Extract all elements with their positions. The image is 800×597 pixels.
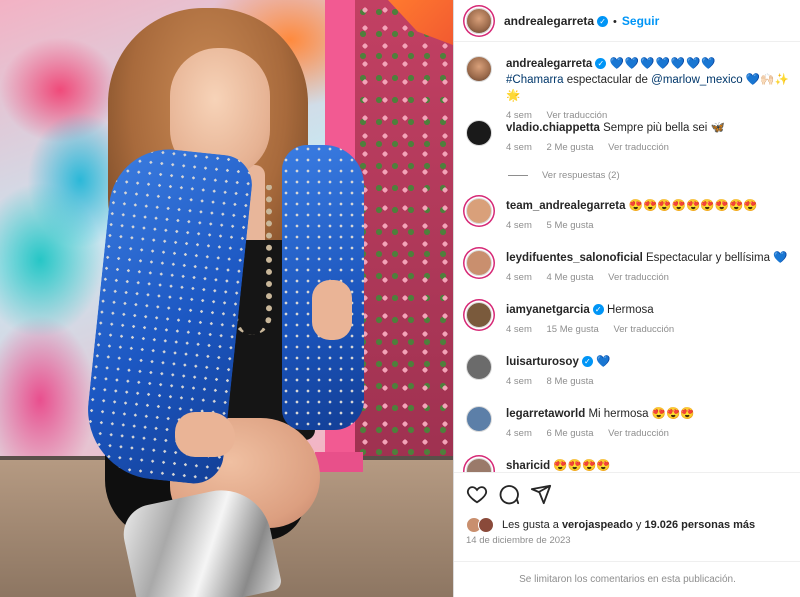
comment-time: 4 sem: [506, 324, 532, 335]
comment-likes[interactable]: 6 Me gusta: [547, 428, 594, 439]
comment-username[interactable]: vladio.chiappetta: [506, 122, 600, 134]
likes-conj: y: [635, 519, 642, 531]
post-photo[interactable]: [0, 0, 453, 597]
comment-time: 4 sem: [506, 142, 532, 153]
liker-avatar: [478, 517, 494, 533]
author-block: andrealegarreta ✓ • Seguir: [504, 14, 659, 28]
comment-likes[interactable]: 5 Me gusta: [547, 220, 594, 231]
commenter-avatar[interactable]: [466, 302, 492, 328]
comment-username[interactable]: team_andrealegarreta: [506, 200, 626, 212]
comment-translate-link[interactable]: Ver traducción: [608, 272, 669, 283]
comment-icon[interactable]: [498, 483, 520, 505]
comment-likes[interactable]: 8 Me gusta: [547, 376, 594, 387]
liker-avatars: [466, 517, 498, 533]
comment-item: sharicid 😍😍😍😍: [466, 458, 796, 472]
likes-prefix: Les gusta a: [502, 519, 559, 531]
caption-hashtag[interactable]: #Chamarra: [506, 74, 564, 86]
comment-item: legarretaworld Mi hermosa 😍😍😍 4 sem 6 Me…: [466, 406, 796, 442]
comment-likes[interactable]: 15 Me gusta: [547, 324, 599, 335]
comment-time: 4 sem: [506, 220, 532, 231]
view-replies-button[interactable]: Ver respuestas (2): [508, 170, 620, 181]
comment-username[interactable]: iamyanetgarcia: [506, 304, 590, 316]
comment-username[interactable]: sharicid: [506, 460, 550, 472]
comment-username[interactable]: luisarturosoy: [506, 356, 579, 368]
commenter-avatar[interactable]: [466, 120, 492, 146]
caption-mention[interactable]: @marlow_mexico: [651, 74, 743, 86]
view-replies-label: Ver respuestas (2): [542, 170, 620, 181]
comment-text: 😍😍😍😍😍😍😍😍😍: [628, 200, 758, 212]
commenter-avatar[interactable]: [466, 250, 492, 276]
post-sidebar: andrealegarreta ✓ • Seguir andrealegarreta ✓…: [453, 0, 800, 597]
caption-hearts: 💙💙💙💙💙💙💙: [609, 58, 717, 70]
comment-text: 💙: [596, 356, 612, 368]
caption-text: espectacular de: [566, 74, 648, 86]
comment-time: 4 sem: [506, 272, 532, 283]
verified-badge-icon: ✓: [581, 356, 593, 368]
comment-text: Sempre più bella sei 🦋: [603, 122, 725, 134]
author-avatar[interactable]: [466, 7, 492, 34]
heart-icon[interactable]: [466, 483, 488, 505]
replies-divider: [508, 175, 528, 176]
comment-item: luisarturosoy ✓ 💙 4 sem 8 Me gusta: [466, 354, 796, 390]
author-username[interactable]: andrealegarreta: [504, 14, 594, 28]
caption-avatar[interactable]: [466, 56, 492, 82]
follow-button[interactable]: Seguir: [622, 14, 659, 28]
likes-summary: Les gusta a verojaspeado y 19.026 person…: [466, 517, 755, 533]
liker-username[interactable]: verojaspeado: [562, 519, 633, 531]
comment-text: Espectacular y bellísima 💙: [645, 252, 788, 264]
comment-translate-link[interactable]: Ver traducción: [613, 324, 674, 335]
share-icon[interactable]: [530, 483, 552, 505]
post-date: 14 de diciembre de 2023: [466, 535, 571, 546]
commenter-avatar[interactable]: [466, 406, 492, 432]
post-header: andrealegarreta ✓ • Seguir: [454, 0, 800, 42]
comment-item: vladio.chiappetta Sempre più bella sei 🦋…: [466, 120, 796, 156]
verified-badge-icon: ✓: [597, 16, 609, 28]
comment-time: 4 sem: [506, 376, 532, 387]
woman-hand-right: [312, 280, 352, 340]
flower-wall: [355, 0, 453, 470]
comments-limited-notice: Se limitaron los comentarios en esta pub…: [454, 561, 800, 597]
woman-hand: [175, 412, 235, 457]
comment-translate-link[interactable]: Ver traducción: [608, 428, 669, 439]
comment-item: team_andrealegarreta 😍😍😍😍😍😍😍😍😍 4 sem 5 M…: [466, 198, 796, 234]
verified-badge-icon: ✓: [595, 58, 607, 70]
caption-username[interactable]: andrealegarreta: [506, 58, 592, 70]
comment-translate-link[interactable]: Ver traducción: [608, 142, 669, 153]
commenter-avatar[interactable]: [466, 458, 492, 472]
post-actions: Les gusta a verojaspeado y 19.026 person…: [454, 472, 800, 597]
comment-likes[interactable]: 2 Me gusta: [547, 142, 594, 153]
caption: andrealegarreta ✓ 💙💙💙💙💙💙💙 #Chamarra espec…: [466, 56, 796, 124]
pillar-base: [315, 452, 363, 472]
comment-time: 4 sem: [506, 428, 532, 439]
comment-text: Mi hermosa 😍😍😍: [588, 408, 695, 420]
comments-list[interactable]: andrealegarreta ✓ 💙💙💙💙💙💙💙 #Chamarra espec…: [454, 42, 800, 472]
comment-username[interactable]: legarretaworld: [506, 408, 585, 420]
comment-likes[interactable]: 4 Me gusta: [547, 272, 594, 283]
comment-item: leydifuentes_salonoficial Espectacular y…: [466, 250, 796, 286]
separator-dot: •: [613, 15, 617, 28]
verified-badge-icon: ✓: [592, 304, 604, 316]
comment-username[interactable]: leydifuentes_salonoficial: [506, 252, 643, 264]
likes-others[interactable]: 19.026 personas más: [644, 519, 755, 531]
comment-text: 😍😍😍😍: [553, 460, 611, 472]
commenter-avatar[interactable]: [466, 198, 492, 224]
commenter-avatar[interactable]: [466, 354, 492, 380]
comment-item: iamyanetgarcia ✓ Hermosa 4 sem 15 Me gust…: [466, 302, 796, 338]
comment-text: Hermosa: [606, 304, 654, 316]
